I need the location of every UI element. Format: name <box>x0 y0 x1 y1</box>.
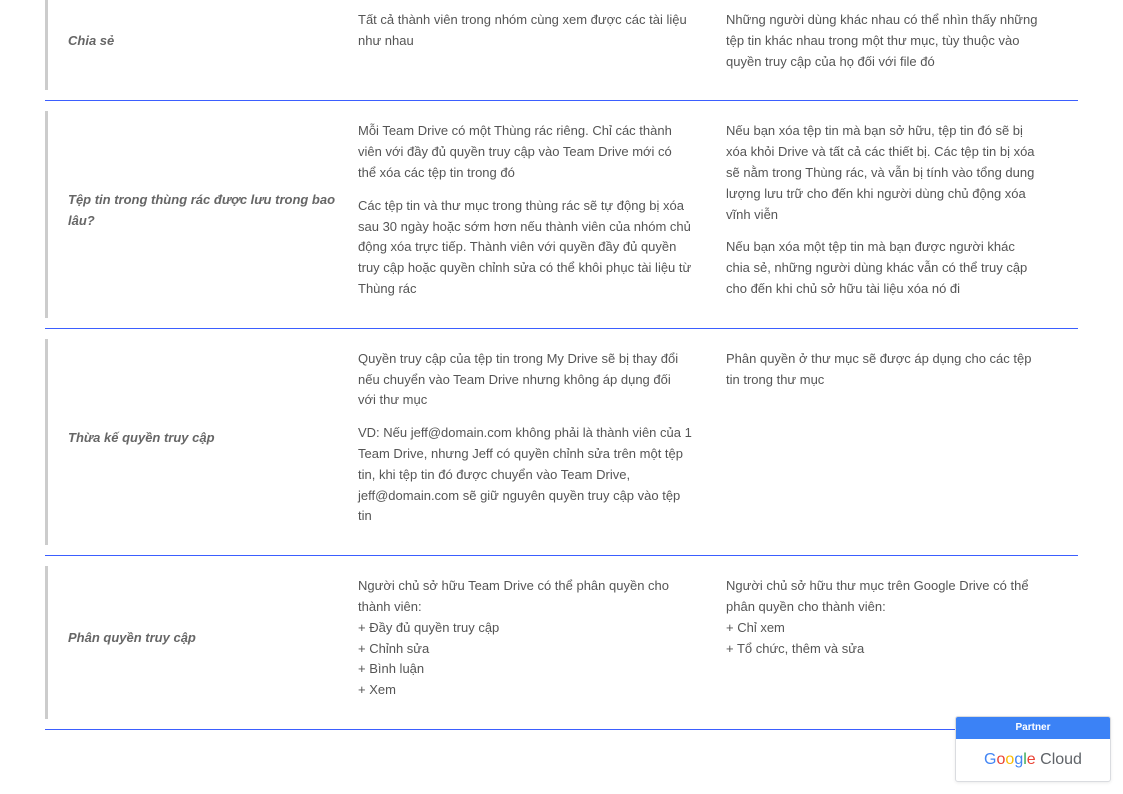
divider <box>45 729 1078 730</box>
logo-letter: e <box>1027 751 1036 768</box>
text: Người chủ sở hữu Team Drive có thể phân … <box>358 576 692 618</box>
cell-my-drive: Phân quyền ở thư mục sẽ được áp dụng cho… <box>708 349 1058 527</box>
text: Tất cả thành viên trong nhóm cùng xem đư… <box>358 10 692 52</box>
cell-my-drive: Những người dùng khác nhau có thể nhìn t… <box>708 10 1058 72</box>
cell-team-drive: Người chủ sở hữu Team Drive có thể phân … <box>358 576 708 701</box>
row-label: Thừa kế quyền truy cập <box>48 349 358 527</box>
divider <box>45 555 1078 556</box>
row-share: Chia sẻ Tất cả thành viên trong nhóm cùn… <box>45 0 1078 90</box>
row-label: Chia sẻ <box>48 10 358 72</box>
badge-brand: Google Cloud <box>956 739 1110 781</box>
row-label: Phân quyền truy cập <box>48 576 358 701</box>
text: + Chỉnh sửa <box>358 639 692 660</box>
text: + Đầy đủ quyền truy cập <box>358 618 692 639</box>
cell-team-drive: Mỗi Team Drive có một Thùng rác riêng. C… <box>358 121 708 299</box>
text: Phân quyền ở thư mục sẽ được áp dụng cho… <box>726 349 1042 391</box>
text: Nếu bạn xóa một tệp tin mà bạn được ngườ… <box>726 237 1042 299</box>
text: VD: Nếu jeff@domain.com không phải là th… <box>358 423 692 527</box>
text: Người chủ sở hữu thư mục trên Google Dri… <box>726 576 1042 618</box>
logo-letter: o <box>1005 751 1014 768</box>
text: + Bình luận <box>358 659 692 680</box>
text: + Tổ chức, thêm và sửa <box>726 639 1042 660</box>
text: Nếu bạn xóa tệp tin mà bạn sở hữu, tệp t… <box>726 121 1042 225</box>
text: Những người dùng khác nhau có thể nhìn t… <box>726 10 1042 72</box>
cell-my-drive: Người chủ sở hữu thư mục trên Google Dri… <box>708 576 1058 701</box>
text: Mỗi Team Drive có một Thùng rác riêng. C… <box>358 121 692 183</box>
logo-letter: g <box>1014 751 1023 768</box>
logo-letter: G <box>984 751 996 768</box>
badge-header: Partner <box>956 717 1110 739</box>
text: Các tệp tin và thư mục trong thùng rác s… <box>358 196 692 300</box>
comparison-table: Chia sẻ Tất cả thành viên trong nhóm cùn… <box>0 0 1123 730</box>
row-permissions: Phân quyền truy cập Người chủ sở hữu Tea… <box>45 566 1078 719</box>
text: + Chỉ xem <box>726 618 1042 639</box>
row-label: Tệp tin trong thùng rác được lưu trong b… <box>48 121 358 299</box>
row-inherit-access: Thừa kế quyền truy cập Quyền truy cập củ… <box>45 339 1078 545</box>
divider <box>45 328 1078 329</box>
partner-badge: Partner Google Cloud <box>955 716 1111 782</box>
row-trash: Tệp tin trong thùng rác được lưu trong b… <box>45 111 1078 317</box>
cell-team-drive: Tất cả thành viên trong nhóm cùng xem đư… <box>358 10 708 72</box>
text: + Xem <box>358 680 692 701</box>
cell-team-drive: Quyền truy cập của tệp tin trong My Driv… <box>358 349 708 527</box>
text: Quyền truy cập của tệp tin trong My Driv… <box>358 349 692 411</box>
logo-cloud: Cloud <box>1036 751 1082 768</box>
cell-my-drive: Nếu bạn xóa tệp tin mà bạn sở hữu, tệp t… <box>708 121 1058 299</box>
divider <box>45 100 1078 101</box>
